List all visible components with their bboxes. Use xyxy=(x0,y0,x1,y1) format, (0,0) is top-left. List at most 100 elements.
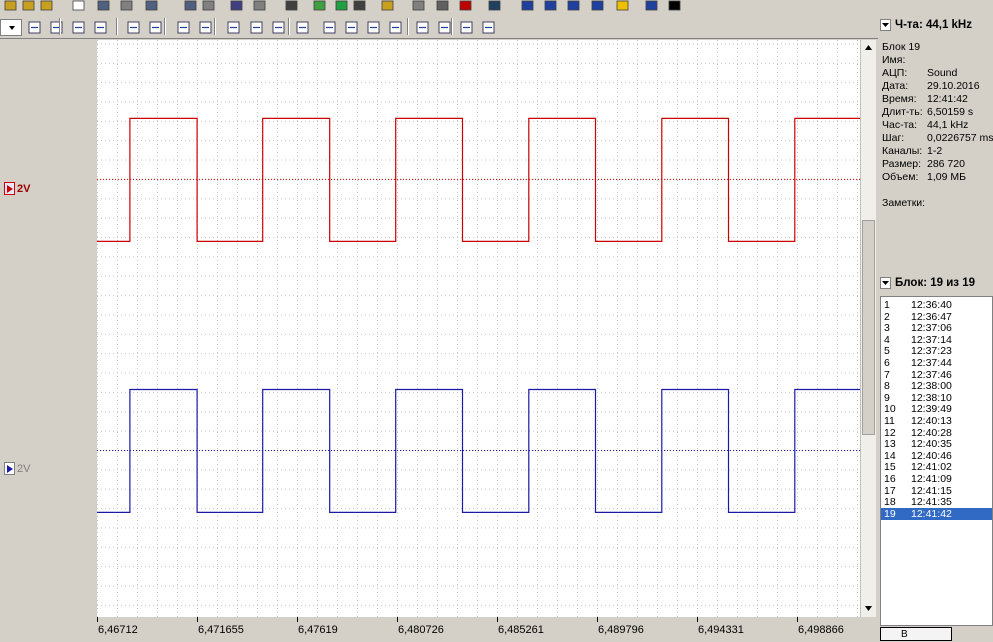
block-list-item[interactable]: 17 12:41:15 xyxy=(881,484,992,497)
tool-icon xyxy=(72,21,85,34)
block-list-item[interactable]: 12 12:40:28 xyxy=(881,427,992,439)
toolbar-button-7[interactable] xyxy=(143,0,160,12)
toolbar2-button-10[interactable] xyxy=(248,19,265,34)
block-list-item[interactable]: 7 12:37:46 xyxy=(881,368,992,381)
toolbar2-button-17[interactable] xyxy=(414,19,431,34)
block-list-item[interactable]: 15 12:41:02 xyxy=(881,461,992,473)
toolbar2-button-5[interactable] xyxy=(125,19,142,34)
block-list-header[interactable]: Блок: 19 из 19 xyxy=(880,277,975,289)
tool-icon xyxy=(94,21,107,34)
toolbar-button-17[interactable] xyxy=(410,0,427,12)
block-time: 12:41:35 xyxy=(911,496,952,509)
toolbar-button-21[interactable] xyxy=(519,0,536,12)
toolbar2-button-6[interactable] xyxy=(147,19,164,34)
scroll-up-button[interactable] xyxy=(861,40,876,55)
toolbar2-button-12[interactable] xyxy=(294,19,311,34)
toolbar-button-19[interactable] xyxy=(457,0,474,12)
block-list-item[interactable]: 14 12:40:46 xyxy=(881,450,992,462)
block-number: 3 xyxy=(884,322,890,335)
view-dropdown[interactable] xyxy=(0,19,22,36)
block-list-item[interactable]: 4 12:37:14 xyxy=(881,333,992,346)
toolbar-separator xyxy=(164,18,166,35)
block-number: 13 xyxy=(884,438,896,451)
block-number: 7 xyxy=(884,368,890,381)
toolbar-button-6[interactable] xyxy=(118,0,135,12)
toolbar-button-26[interactable] xyxy=(643,0,660,12)
block-list-item[interactable]: 16 12:41:09 xyxy=(881,473,992,485)
channel-1-scale: 2V xyxy=(17,182,31,195)
toolbar-button-12[interactable] xyxy=(283,0,300,12)
toolbar2-button-20[interactable] xyxy=(480,19,497,34)
toolbar2-button-2[interactable] xyxy=(48,19,65,34)
scroll-down-button[interactable] xyxy=(861,601,876,616)
block-list-item[interactable]: 3 12:37:06 xyxy=(881,322,992,335)
tool-icon xyxy=(97,0,110,11)
bottom-button[interactable]: В xyxy=(880,627,952,641)
plot-vertical-scrollbar[interactable] xyxy=(860,40,876,617)
x-tick-label: 6,489796 xyxy=(598,624,644,636)
toolbar-button-3[interactable] xyxy=(38,0,55,12)
toolbar-button-13[interactable] xyxy=(311,0,328,12)
toolbar-button-18[interactable] xyxy=(434,0,451,12)
toolbar2-button-13[interactable] xyxy=(321,19,338,34)
block-number: 4 xyxy=(884,333,890,346)
toolbar2-button-1[interactable] xyxy=(26,19,43,34)
toolbar-button-27[interactable] xyxy=(666,0,683,12)
block-list-item[interactable]: 13 12:40:35 xyxy=(881,438,992,451)
toolbar2-button-9[interactable] xyxy=(225,19,242,34)
toolbar2-button-16[interactable] xyxy=(387,19,404,34)
channel-2-marker[interactable]: 2V xyxy=(4,461,30,476)
frequency-header[interactable]: Ч-та: 44,1 kHz xyxy=(880,19,972,31)
toolbar2-button-15[interactable] xyxy=(365,19,382,34)
toolbar-button-8[interactable] xyxy=(182,0,199,12)
tool-icon xyxy=(645,0,658,11)
block-list-item[interactable]: 1 12:36:40 xyxy=(881,299,992,311)
toolbar-button-1[interactable] xyxy=(2,0,19,12)
chevron-down-icon xyxy=(880,277,891,289)
toolbar2-button-19[interactable] xyxy=(458,19,475,34)
block-list-item[interactable]: 19 12:41:42 xyxy=(881,507,992,520)
minor-grid xyxy=(97,40,860,617)
toolbar-button-22[interactable] xyxy=(542,0,559,12)
info-field-value: 6,50159 s xyxy=(927,106,974,118)
block-number: 17 xyxy=(884,484,896,497)
toolbar-button-20[interactable] xyxy=(486,0,503,12)
toolbar2-button-11[interactable] xyxy=(270,19,287,34)
toolbar-button-16[interactable] xyxy=(379,0,396,12)
toolbar2-button-4[interactable] xyxy=(92,19,109,34)
toolbar-button-14[interactable] xyxy=(333,0,350,12)
info-field-key: Шаг: xyxy=(882,132,905,144)
toolbar-button-11[interactable] xyxy=(251,0,268,12)
block-list-item[interactable]: 18 12:41:35 xyxy=(881,496,992,509)
block-list-item[interactable]: 6 12:37:44 xyxy=(881,357,992,369)
toolbar2-button-14[interactable] xyxy=(343,19,360,34)
toolbar-button-2[interactable] xyxy=(20,0,37,12)
block-list[interactable]: 1 12:36:40 2 12:36:47 3 12:37:06 4 12:37:14 5 12:… xyxy=(880,296,993,626)
toolbar2-button-8[interactable] xyxy=(197,19,214,34)
channel-1-marker[interactable]: 2V xyxy=(4,181,30,196)
toolbar-separator xyxy=(407,18,409,35)
block-list-item[interactable]: 10 12:39:49 xyxy=(881,403,992,415)
scroll-thumb[interactable] xyxy=(862,220,875,435)
toolbar-button-25[interactable] xyxy=(614,0,631,12)
toolbar2-button-3[interactable] xyxy=(70,19,87,34)
toolbar2-button-7[interactable] xyxy=(175,19,192,34)
x-tick-label: 6,471655 xyxy=(198,624,244,636)
toolbar-button-4[interactable] xyxy=(70,0,87,12)
block-list-item[interactable]: 8 12:38:00 xyxy=(881,380,992,392)
waveform-chart: 6420-2-4-6-8-10-12-14-16-18-20 xyxy=(75,40,860,617)
oscillogram-plot[interactable]: 6420-2-4-6-8-10-12-14-16-18-20 xyxy=(75,40,860,617)
toolbar-button-5[interactable] xyxy=(95,0,112,12)
toolbar-button-10[interactable] xyxy=(228,0,245,12)
toolbar-button-15[interactable] xyxy=(351,0,368,12)
block-time: 12:41:15 xyxy=(911,484,952,497)
block-list-item[interactable]: 11 12:40:13 xyxy=(881,415,992,427)
toolbar-button-9[interactable] xyxy=(200,0,217,12)
block-list-item[interactable]: 9 12:38:10 xyxy=(881,392,992,404)
toolbar-button-24[interactable] xyxy=(589,0,606,12)
block-time: 12:41:09 xyxy=(911,473,952,485)
tool-icon xyxy=(296,21,309,34)
block-list-item[interactable]: 5 12:37:23 xyxy=(881,345,992,357)
block-list-item[interactable]: 2 12:36:47 xyxy=(881,311,992,323)
toolbar-button-23[interactable] xyxy=(565,0,582,12)
